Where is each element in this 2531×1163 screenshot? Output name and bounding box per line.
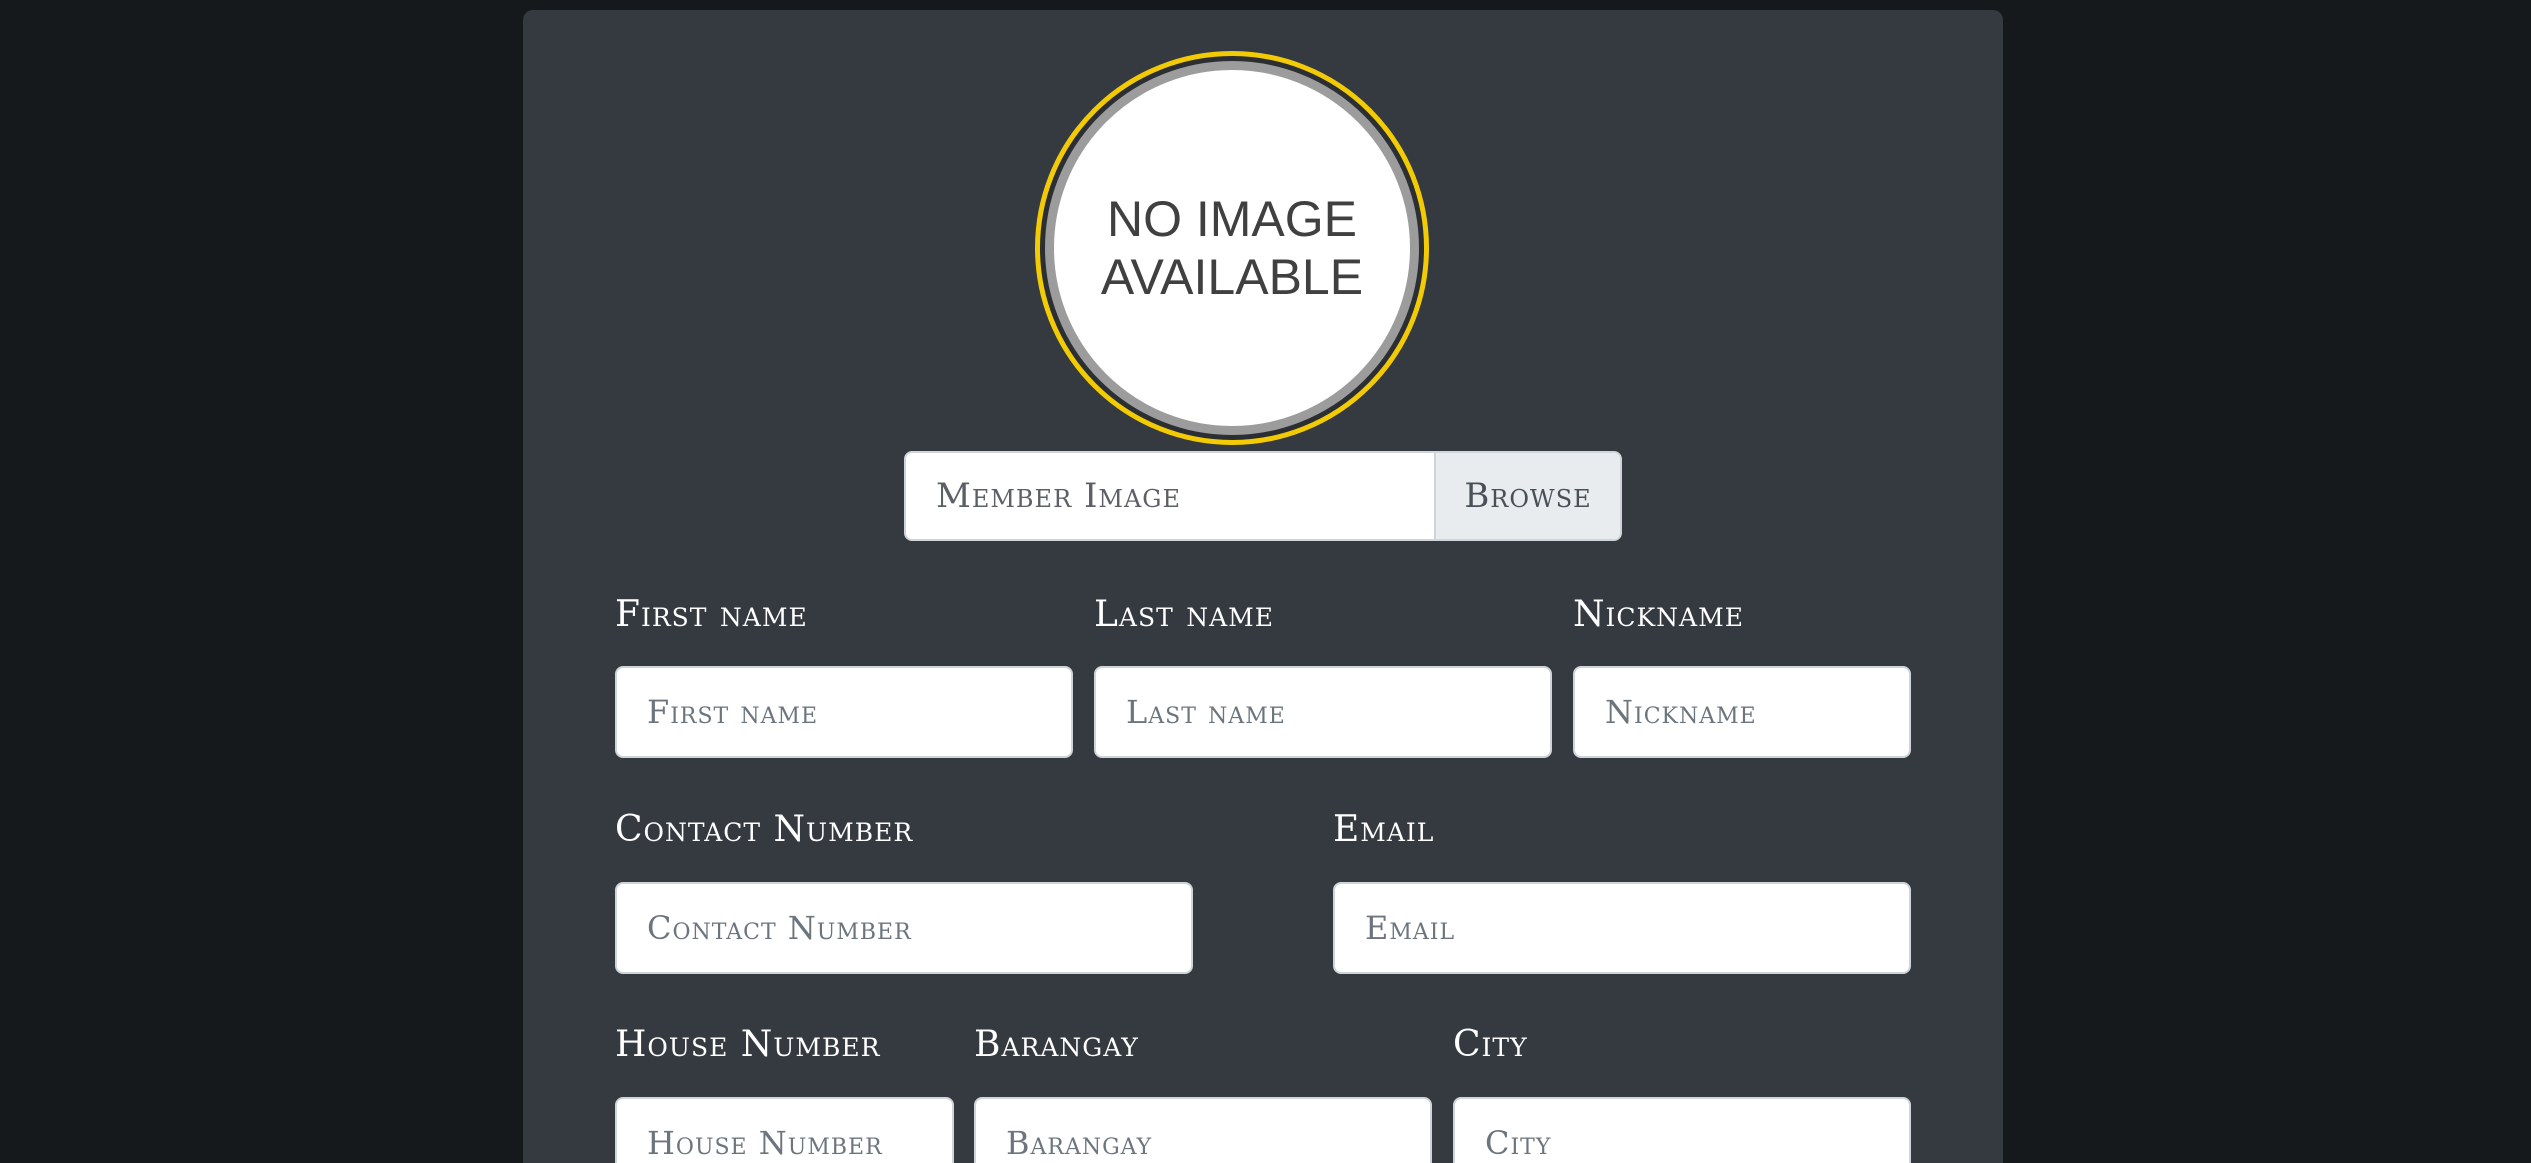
member-image-file-input[interactable]: Member Image Browse (904, 451, 1622, 541)
house-number-input[interactable] (615, 1097, 954, 1163)
no-image-text: NO IMAGE AVAILABLE (1100, 191, 1364, 305)
member-image-label[interactable]: Member Image (906, 453, 1434, 539)
nickname-label: Nickname (1573, 594, 1744, 635)
first-name-label: First name (615, 594, 808, 635)
browse-button[interactable]: Browse (1434, 453, 1620, 539)
nickname-input[interactable] (1573, 666, 1911, 758)
contact-number-input[interactable] (615, 882, 1193, 974)
city-label: City (1453, 1024, 1528, 1065)
last-name-label: Last name (1094, 594, 1274, 635)
barangay-label: Barangay (974, 1024, 1139, 1065)
page: NO IMAGE AVAILABLE Member Image Browse F… (0, 0, 2531, 1163)
barangay-input[interactable] (974, 1097, 1432, 1163)
last-name-input[interactable] (1094, 666, 1552, 758)
email-label: Email (1333, 809, 1435, 850)
member-avatar: NO IMAGE AVAILABLE (1045, 61, 1419, 435)
email-input[interactable] (1333, 882, 1911, 974)
contact-number-label: Contact Number (615, 809, 914, 850)
house-number-label: House Number (615, 1024, 881, 1065)
first-name-input[interactable] (615, 666, 1073, 758)
city-input[interactable] (1453, 1097, 1911, 1163)
